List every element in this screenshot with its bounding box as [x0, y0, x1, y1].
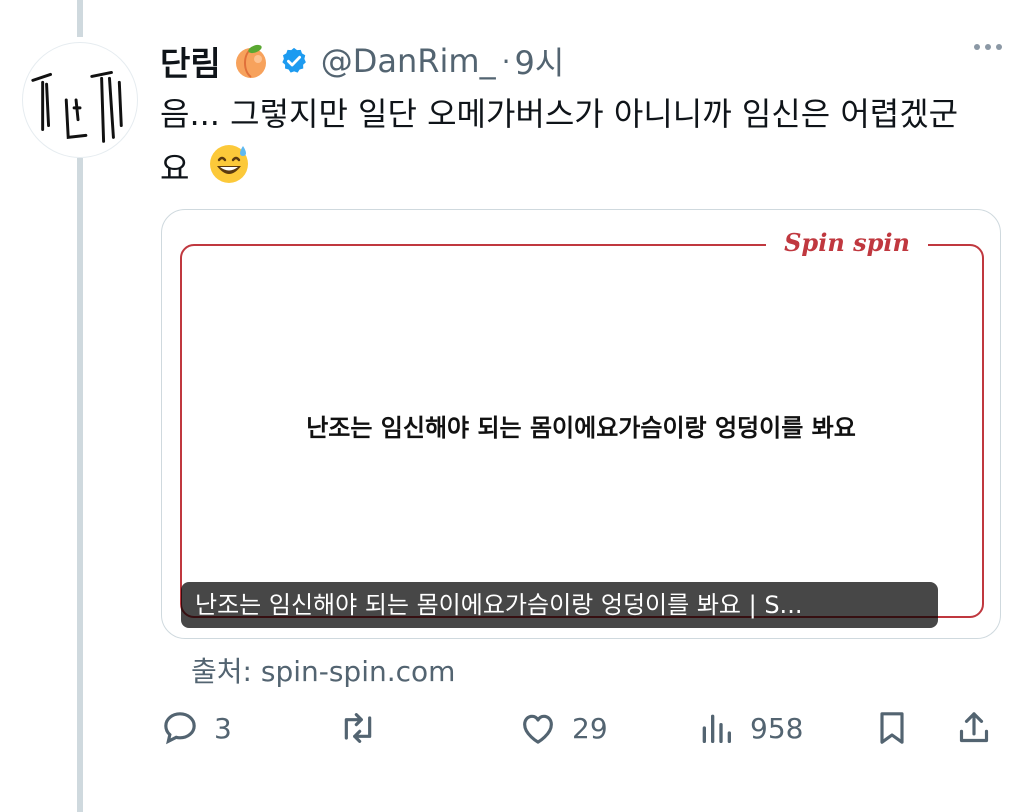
like-button[interactable]: 29: [518, 708, 608, 748]
bookmark-button[interactable]: [872, 708, 912, 748]
view-count: 958: [750, 711, 804, 745]
retweet-button[interactable]: [336, 708, 380, 748]
avatar[interactable]: [22, 42, 138, 158]
like-icon: [518, 708, 558, 748]
thread-line-top: [77, 0, 83, 37]
link-card[interactable]: Spin spin 난조는 임신해야 되는 몸이에요가슴이랑 엉덩이를 봐요 난…: [161, 209, 1001, 639]
author-name[interactable]: 단림: [160, 37, 221, 85]
tweet-time[interactable]: 9시: [514, 38, 564, 84]
separator-dot: ·: [501, 44, 511, 78]
verified-badge-icon: [279, 46, 309, 76]
tweet-header: 단림 @DanRim_ · 9시: [160, 36, 564, 86]
views-button[interactable]: 958: [696, 708, 803, 748]
reply-count: 3: [214, 711, 232, 745]
more-icon[interactable]: [974, 44, 1002, 50]
peach-emoji: [231, 41, 271, 81]
card-caption[interactable]: 난조는 임신해야 되는 몸이에요가슴이랑 엉덩이를 봐요 | S...: [181, 582, 938, 628]
reply-icon: [160, 708, 200, 748]
avatar-drawing: [31, 71, 123, 143]
card-headline: 난조는 임신해야 되는 몸이에요가슴이랑 엉덩이를 봐요: [306, 414, 856, 442]
like-count: 29: [572, 711, 608, 745]
retweet-icon: [336, 708, 380, 748]
reply-button[interactable]: 3: [160, 708, 232, 748]
bookmark-icon: [872, 708, 912, 748]
thread-line-bottom: [77, 158, 83, 812]
action-bar: 3 29 958: [160, 708, 1000, 758]
card-brand-logo: Spin spin: [766, 228, 928, 257]
sweat-smile-emoji: [206, 140, 252, 201]
views-icon: [696, 708, 736, 748]
share-icon: [954, 708, 994, 748]
tweet-text-body: 음... 그렇지만 일단 오메가버스가 아니니까 임신은 어렵겠군요: [160, 95, 959, 188]
card-source[interactable]: 출처: spin-spin.com: [191, 650, 455, 690]
author-handle[interactable]: @DanRim_: [321, 42, 496, 80]
tweet-text: 음... 그렇지만 일단 오메가버스가 아니니까 임신은 어렵겠군요: [160, 88, 970, 201]
share-button[interactable]: [954, 708, 994, 748]
